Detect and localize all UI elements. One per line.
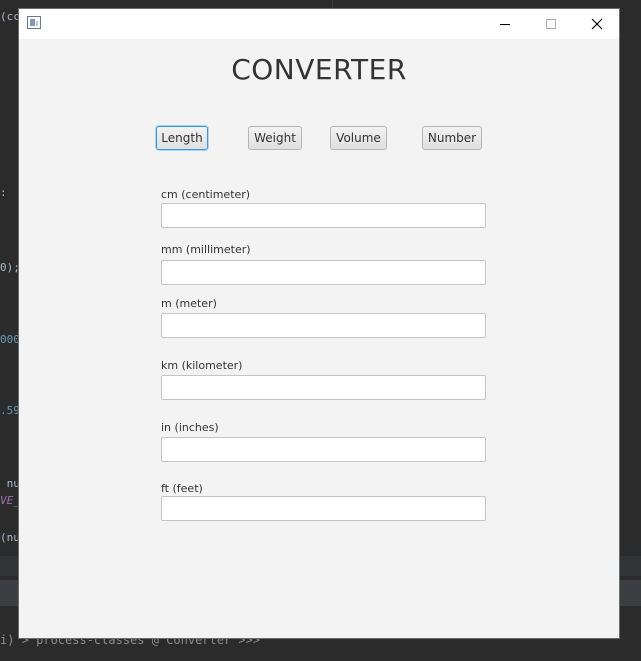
tab-length[interactable]: Length	[156, 126, 208, 150]
close-button[interactable]	[574, 9, 620, 39]
close-icon	[591, 18, 603, 30]
code-line: :	[0, 186, 7, 199]
in-label: in (inches)	[161, 421, 219, 434]
code-line: (nu	[0, 531, 20, 544]
mm-label: mm (millimeter)	[161, 243, 251, 256]
code-line: .59	[0, 404, 20, 417]
code-line: nu	[0, 477, 20, 490]
tab-weight[interactable]: Weight	[248, 126, 302, 150]
ft-label: ft (feet)	[161, 482, 203, 495]
maximize-button[interactable]	[528, 9, 574, 39]
minimize-icon	[500, 24, 510, 25]
tab-number[interactable]: Number	[422, 126, 482, 150]
code-line: 000	[0, 333, 20, 346]
m-label: m (meter)	[161, 297, 217, 310]
window-titlebar[interactable]	[19, 9, 619, 39]
minimize-button[interactable]	[482, 9, 528, 39]
code-line: VE_	[0, 494, 20, 507]
code-line: (cc	[0, 10, 20, 23]
tab-volume[interactable]: Volume	[330, 126, 387, 150]
app-icon	[27, 16, 41, 29]
code-line: 0);	[0, 261, 20, 274]
km-input[interactable]	[161, 375, 486, 400]
maximize-icon	[546, 19, 556, 29]
in-input[interactable]	[161, 437, 486, 462]
cm-label: cm (centimeter)	[161, 188, 251, 201]
cm-input[interactable]	[161, 203, 486, 228]
km-label: km (kilometer)	[161, 359, 243, 372]
converter-window: CONVERTER Length Weight Volume Number cm…	[19, 9, 619, 638]
page-title: CONVERTER	[231, 53, 407, 86]
ft-input[interactable]	[161, 496, 486, 521]
m-input[interactable]	[161, 313, 486, 338]
mm-input[interactable]	[161, 260, 486, 285]
